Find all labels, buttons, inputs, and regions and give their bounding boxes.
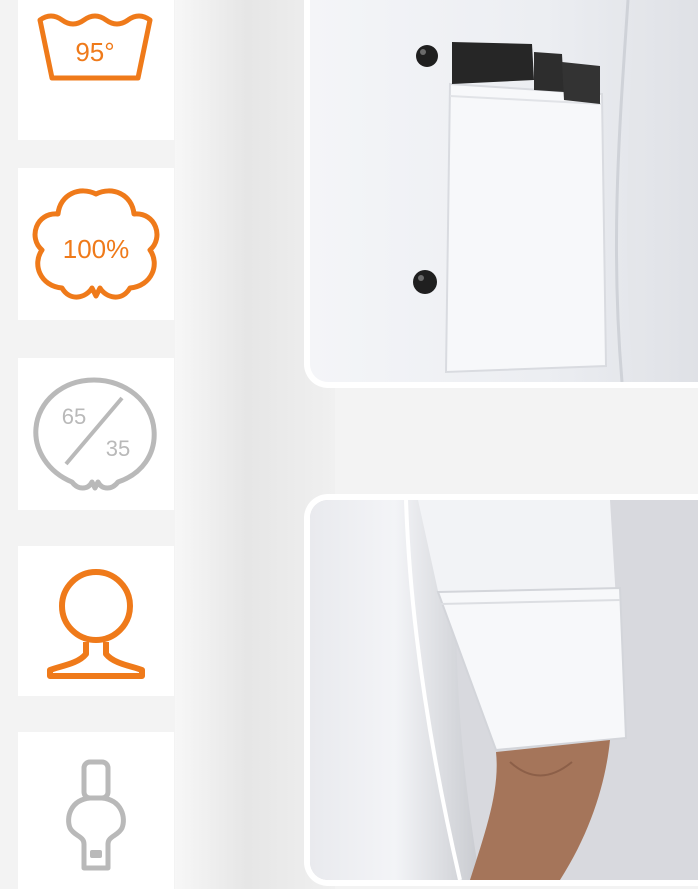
- wash-95-card: 95°: [18, 0, 174, 140]
- wash-95-icon: 95°: [37, 13, 153, 81]
- blend-bottom-label: 35: [106, 436, 130, 461]
- zipper-icon: [66, 759, 126, 871]
- jacket-cuff-photo: [310, 500, 698, 880]
- feature-icon-column: 95° 100% 65 35: [0, 0, 175, 889]
- jacket-pocket-photo: [310, 0, 698, 382]
- blend-65-35-card: 65 35: [18, 358, 174, 510]
- jacket-pocket-illustration: [310, 0, 698, 382]
- cotton-100-icon: 100%: [32, 188, 160, 300]
- wash-temperature-label: 95°: [75, 37, 114, 67]
- fit-person-icon: [47, 569, 145, 679]
- zipper-card: [18, 732, 174, 889]
- cotton-percentage-label: 100%: [63, 234, 130, 264]
- jacket-cuff-illustration: [310, 500, 698, 880]
- blend-top-label: 65: [62, 404, 86, 429]
- cotton-100-card: 100%: [18, 168, 174, 320]
- blend-65-35-icon: 65 35: [33, 377, 157, 491]
- fit-person-card: [18, 546, 174, 696]
